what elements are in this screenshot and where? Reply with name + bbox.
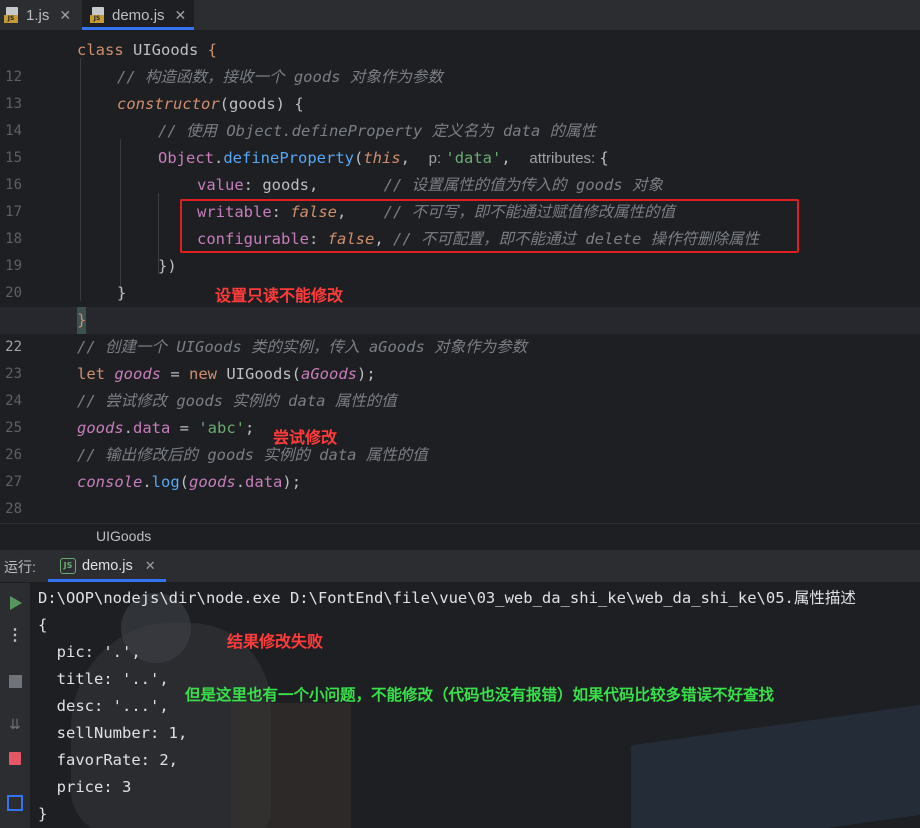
background-image	[631, 700, 920, 828]
code-line: 12 class UIGoods {	[5, 41, 218, 85]
tab-label: 1.js	[26, 6, 50, 24]
run-toolbar: ⋮ ⇊	[0, 583, 31, 828]
console-output[interactable]: D:\OOP\nodejs\dir\node.exe D:\FontEnd\fi…	[31, 583, 920, 828]
code-line: 15 // 使用 Object.defineProperty 定义名为 data…	[5, 122, 597, 166]
nodejs-icon: JS	[60, 558, 76, 574]
run-tab-label: demo.js	[82, 558, 133, 574]
console-line: pic: '.',	[38, 643, 141, 661]
annotation-fail: 结果修改失败	[227, 632, 324, 651]
code-line: 25 // 尝试修改 goods 实例的 data 属性的值	[5, 392, 397, 436]
layout-icon[interactable]	[7, 795, 23, 811]
annotation-problem: 但是这里也有一个小问题，不能修改（代码也没有报错）如果代码比较多错误不好查找	[185, 686, 775, 704]
code-line: 14 constructor(goods) {	[5, 95, 304, 139]
code-line: 16 Object.defineProperty(this, p: 'data'…	[5, 149, 609, 193]
console-line: desc: '...',	[38, 697, 169, 715]
code-line: 27 // 输出修改后的 goods 实例的 data 属性的值	[5, 446, 428, 490]
console-line: favorRate: 2,	[38, 751, 178, 769]
editor-tab-bar: JS 1.js ✕ JS demo.js ✕	[0, 0, 920, 31]
run-tool-window-header: 运行: JS demo.js ✕	[0, 550, 920, 583]
code-line: 23 // 创建一个 UIGoods 类的实例，传入 aGoods 对象作为参数	[5, 338, 528, 382]
parameter-hint: p:	[428, 150, 446, 167]
run-label: 运行:	[4, 559, 36, 575]
console-line: sellNumber: 1,	[38, 724, 188, 742]
console-line: title: '..',	[38, 670, 169, 688]
close-icon[interactable]: ✕	[145, 558, 156, 574]
close-icon[interactable]: ✕	[175, 7, 187, 24]
code-editor[interactable]: 12 class UIGoods { 13 // 构造函数，接收一个 goods…	[0, 31, 920, 523]
code-line: 13 // 构造函数，接收一个 goods 对象作为参数	[5, 68, 443, 112]
breadcrumb-item[interactable]: UIGoods	[96, 528, 151, 544]
rerun-icon[interactable]	[10, 596, 22, 610]
console-command: D:\OOP\nodejs\dir\node.exe D:\FontEnd\fi…	[38, 589, 856, 607]
tab-1-js[interactable]: JS 1.js ✕	[4, 0, 80, 30]
console-line: {	[38, 616, 48, 634]
code-line-current: 22 }	[0, 307, 920, 355]
code-line: 21 }	[5, 284, 127, 328]
annotation-readonly: 设置只读不能修改	[215, 286, 344, 305]
code-line: 20 })	[5, 257, 177, 301]
highlight-box	[180, 199, 799, 253]
code-line: 28 console.log(goods.data);	[5, 473, 302, 517]
js-file-icon: JS	[90, 7, 106, 23]
breadcrumb: UIGoods	[0, 523, 920, 550]
code-line: 17 value: goods, // 设置属性的值为传入的 goods 对象	[5, 176, 663, 220]
parameter-hint: attributes:	[529, 150, 600, 167]
clear-console-icon[interactable]	[9, 752, 21, 765]
code-line: 24 let goods = new UIGoods(aGoods);	[5, 365, 376, 409]
tab-label: demo.js	[112, 6, 165, 24]
background-image	[231, 703, 351, 828]
code-line: 29	[0, 496, 920, 523]
code-line: 26 goods.data = 'abc';	[5, 419, 255, 463]
run-tab-demo-js[interactable]: JS demo.js ✕	[48, 550, 166, 582]
console-line: }	[38, 805, 48, 823]
more-icon[interactable]: ⋮	[7, 628, 23, 644]
js-file-icon: JS	[4, 7, 20, 23]
console-line: price: 3	[38, 778, 132, 796]
close-icon[interactable]: ✕	[59, 7, 71, 24]
annotation-try-modify: 尝试修改	[273, 428, 338, 447]
tab-demo-js[interactable]: JS demo.js ✕	[82, 0, 194, 30]
scroll-to-end-icon[interactable]: ⇊	[7, 716, 23, 732]
stop-icon[interactable]	[9, 675, 22, 688]
